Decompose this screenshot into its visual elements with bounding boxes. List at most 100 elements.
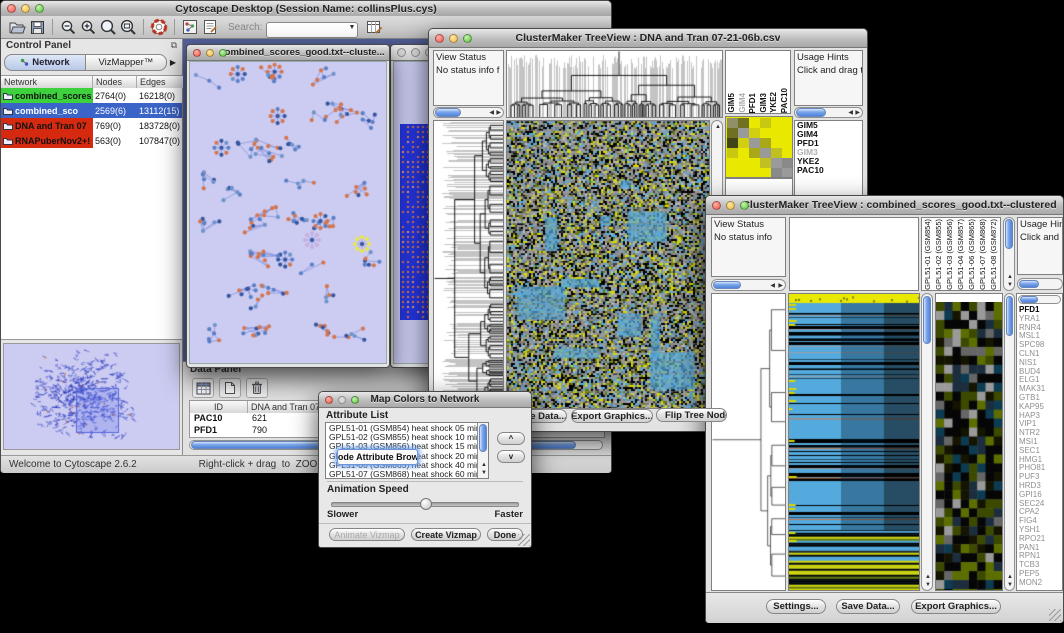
matrix-cell[interactable] bbox=[771, 158, 782, 168]
zoom-button[interactable] bbox=[35, 4, 44, 13]
scroll-right-icon[interactable]: ▶ bbox=[855, 110, 860, 116]
scroll-down-icon[interactable]: ▼ bbox=[481, 470, 487, 476]
tv2-resize-grip[interactable] bbox=[1049, 609, 1061, 621]
scroll-down-icon[interactable]: ▼ bbox=[1007, 282, 1013, 288]
node-attribute-browser-tab[interactable]: Node Attribute Brows bbox=[337, 449, 418, 465]
tv2-titlebar[interactable]: ClusterMaker TreeView : combined_scores_… bbox=[706, 196, 1063, 215]
dialog-resize-grip[interactable] bbox=[518, 534, 530, 546]
matrix-cell[interactable] bbox=[738, 138, 749, 148]
scroll-left-icon[interactable]: ◀ bbox=[848, 110, 853, 116]
zoom-button[interactable] bbox=[463, 34, 472, 43]
tv1-status-hscrollbar[interactable]: ◀ ▶ bbox=[433, 107, 504, 118]
matrix-cell[interactable] bbox=[727, 168, 738, 178]
zoom-button[interactable] bbox=[740, 201, 749, 210]
close-button[interactable] bbox=[435, 34, 444, 43]
matrix-cell[interactable] bbox=[782, 138, 793, 148]
create-vizmap-button[interactable]: Create Vizmap bbox=[411, 528, 481, 541]
matrix-cell[interactable] bbox=[760, 148, 771, 158]
matrix-cell[interactable] bbox=[727, 158, 738, 168]
minimize-button[interactable] bbox=[338, 396, 346, 404]
network-table-row[interactable]: RNAPuberNov2+! 563(0) 107847(0) bbox=[1, 133, 182, 148]
tv2-labels-vscrollbar[interactable]: ▲ ▼ bbox=[1003, 217, 1015, 291]
tv2-gene-hscrollbar[interactable] bbox=[1018, 295, 1061, 304]
matrix-cell[interactable] bbox=[771, 138, 782, 148]
matrix-cell[interactable] bbox=[749, 128, 760, 138]
matrix-cell[interactable] bbox=[760, 138, 771, 148]
zoom-fit-icon[interactable] bbox=[118, 18, 138, 36]
tv2-save-data-button[interactable]: Save Data... bbox=[836, 599, 900, 614]
zoom-in-icon[interactable] bbox=[78, 18, 98, 36]
new-attribute-icon[interactable] bbox=[219, 378, 241, 398]
matrix-cell[interactable] bbox=[760, 168, 771, 178]
matrix-cell[interactable] bbox=[738, 168, 749, 178]
minimize-button[interactable] bbox=[206, 49, 214, 57]
minimize-button[interactable] bbox=[449, 34, 458, 43]
matrix-cell[interactable] bbox=[749, 118, 760, 128]
matrix-cell[interactable] bbox=[738, 148, 749, 158]
network-table-row[interactable]: combined_sco 2569(6) 13112(15) bbox=[1, 103, 182, 118]
tv1-titlebar[interactable]: ClusterMaker TreeView : DNA and Tran 07-… bbox=[429, 29, 867, 48]
data-column-id[interactable]: ID bbox=[190, 401, 248, 413]
close-button[interactable] bbox=[325, 396, 333, 404]
column-header-edges[interactable]: Edges bbox=[137, 76, 183, 88]
matrix-cell[interactable] bbox=[727, 138, 738, 148]
search-dropdown-icon[interactable]: ▼ bbox=[349, 24, 356, 31]
tv2-zoom-vscroll-thumb[interactable] bbox=[1006, 296, 1013, 336]
column-label[interactable]: PAC10 bbox=[780, 88, 791, 113]
column-label[interactable]: GPL51-03 (GSM856) bbox=[945, 219, 956, 290]
close-button[interactable] bbox=[712, 201, 721, 210]
column-label[interactable]: GPL51-08 (GSM872) bbox=[989, 219, 1000, 290]
matrix-cell[interactable] bbox=[771, 168, 782, 178]
gene-list-item[interactable]: MON2 bbox=[1017, 579, 1062, 588]
column-label[interactable]: GPL51-07 (GSM868) bbox=[978, 219, 989, 290]
scroll-up-icon[interactable]: ▲ bbox=[715, 124, 721, 130]
tv2-zoom-vscrollbar[interactable]: ▲ ▼ bbox=[1004, 293, 1015, 591]
tv2-hints-hscroll-thumb[interactable] bbox=[1019, 280, 1039, 288]
network-overview-canvas[interactable] bbox=[4, 344, 179, 449]
attribute-item[interactable]: GPL51-01 (GSM854) heat shock 05 min bbox=[326, 424, 488, 433]
close-button[interactable] bbox=[7, 4, 16, 13]
matrix-cell[interactable] bbox=[749, 148, 760, 158]
scroll-up-icon[interactable]: ▲ bbox=[1007, 274, 1013, 280]
column-label[interactable]: YKE2 bbox=[769, 92, 780, 113]
scroll-up-icon[interactable]: ▲ bbox=[925, 574, 931, 580]
scroll-up-icon[interactable]: ▲ bbox=[1007, 574, 1013, 580]
move-up-button[interactable]: ^ bbox=[497, 432, 525, 445]
matrix-cell[interactable] bbox=[771, 148, 782, 158]
scroll-left-icon[interactable]: ◀ bbox=[489, 110, 494, 116]
network-overview[interactable] bbox=[3, 343, 180, 450]
tv2-labels-vscroll-thumb[interactable] bbox=[1005, 219, 1013, 249]
matrix-cell[interactable] bbox=[760, 118, 771, 128]
scroll-right-icon[interactable]: ▶ bbox=[778, 283, 783, 289]
select-attributes-icon[interactable] bbox=[192, 378, 214, 398]
gene-list-item[interactable]: PAC10 bbox=[795, 166, 862, 175]
scroll-down-icon[interactable]: ▼ bbox=[1007, 582, 1013, 588]
birdseye-icon[interactable] bbox=[180, 18, 200, 36]
move-down-button[interactable]: v bbox=[497, 450, 525, 463]
matrix-cell[interactable] bbox=[782, 168, 793, 178]
matrix-cell[interactable] bbox=[738, 118, 749, 128]
tv2-settings-button[interactable]: Settings... bbox=[766, 599, 826, 614]
network-table-row[interactable]: DNA and Tran 07 769(0) 183728(0) bbox=[1, 118, 182, 133]
column-label[interactable]: PFD1 bbox=[748, 93, 759, 113]
column-label[interactable]: GIM4 bbox=[738, 93, 749, 113]
column-label[interactable]: GPL51-04 (GSM857) bbox=[956, 219, 967, 290]
column-label[interactable]: GPL51-02 (GSM855) bbox=[934, 219, 945, 290]
column-header-nodes[interactable]: Nodes bbox=[93, 76, 137, 88]
open-folder-icon[interactable] bbox=[7, 18, 27, 36]
column-label[interactable]: GIM5 bbox=[727, 93, 738, 113]
scroll-right-icon[interactable]: ▶ bbox=[496, 110, 501, 116]
dialog-titlebar[interactable]: Map Colors to Network bbox=[319, 392, 531, 408]
save-icon[interactable] bbox=[27, 18, 47, 36]
matrix-cell[interactable] bbox=[727, 148, 738, 158]
column-label[interactable]: GIM3 bbox=[759, 93, 770, 113]
tv1-hints-hscrollbar[interactable]: ◀ ▶ bbox=[794, 107, 863, 118]
net1-canvas-area[interactable] bbox=[189, 61, 387, 364]
help-lifering-icon[interactable] bbox=[149, 18, 169, 36]
matrix-cell[interactable] bbox=[782, 128, 793, 138]
tab-vizmapper[interactable]: VizMapper™ bbox=[86, 54, 167, 71]
matrix-cell[interactable] bbox=[749, 158, 760, 168]
tv1-row-dendrogram[interactable] bbox=[433, 120, 504, 409]
search-input[interactable] bbox=[266, 22, 358, 38]
matrix-cell[interactable] bbox=[782, 158, 793, 168]
